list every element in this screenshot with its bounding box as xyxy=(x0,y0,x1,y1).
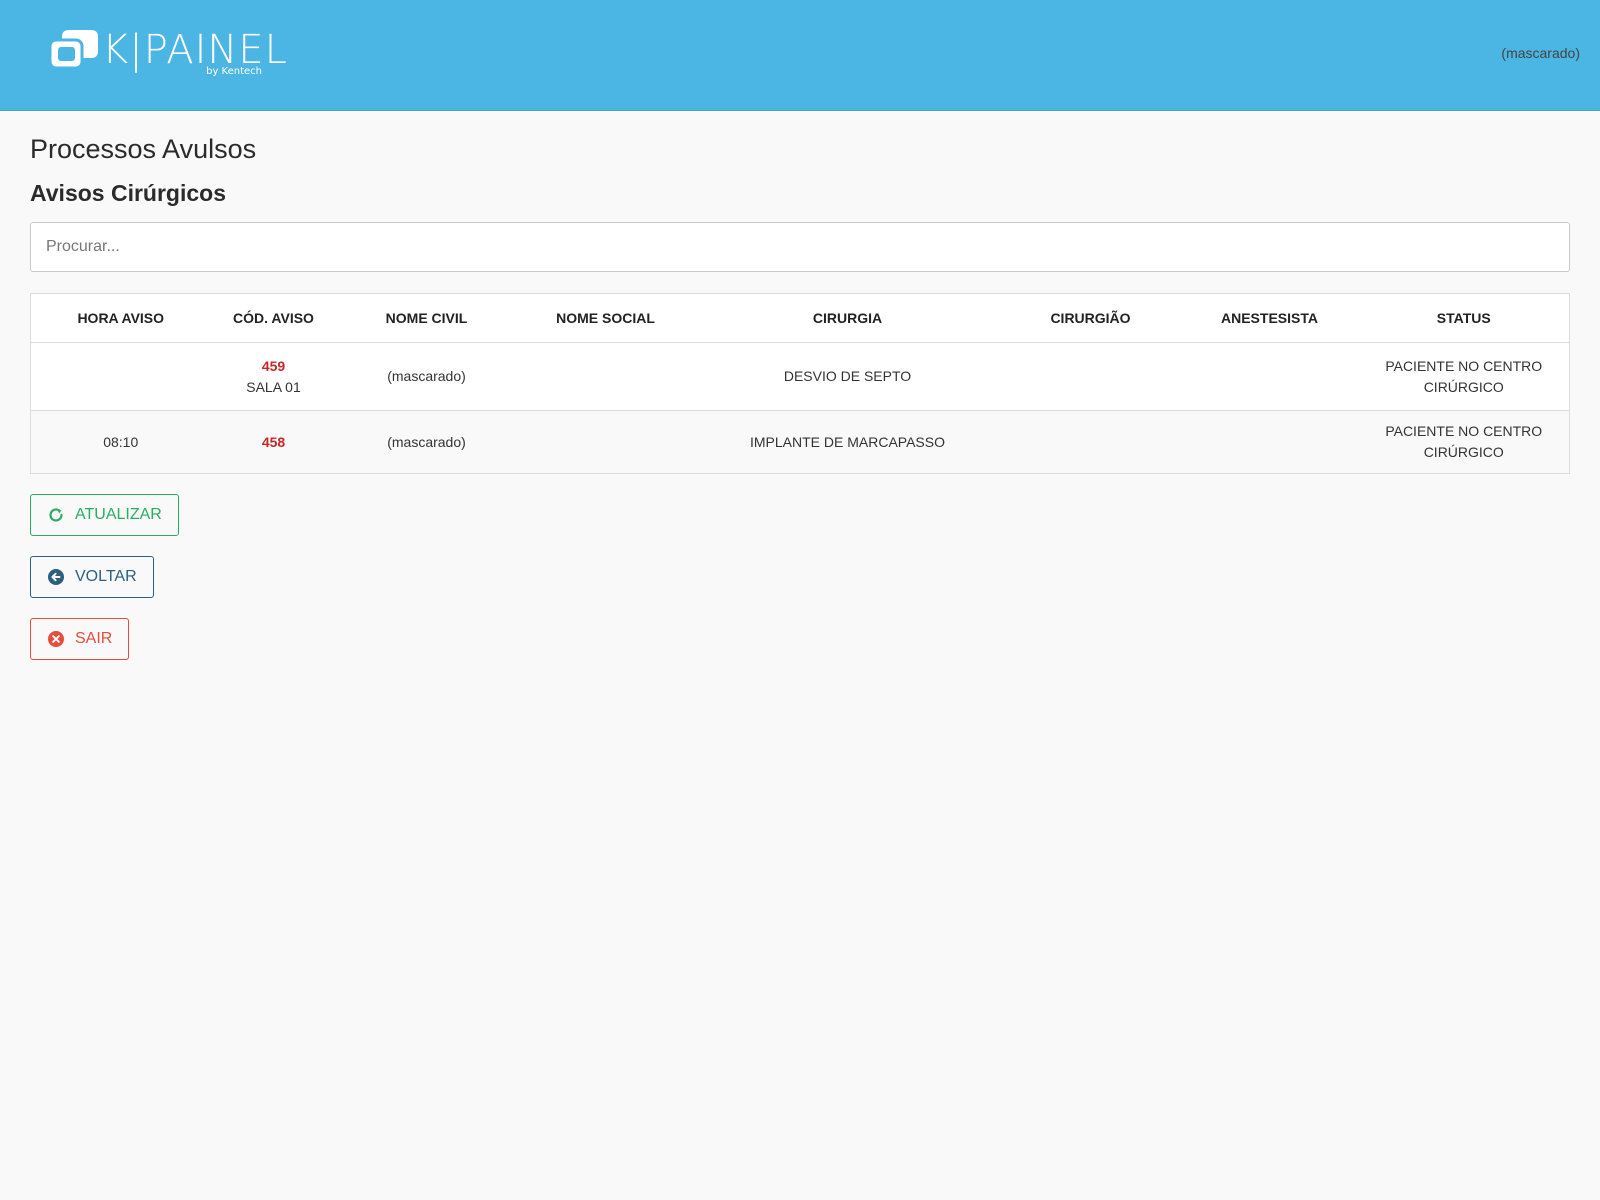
notice-code: 459 xyxy=(261,357,286,374)
table-header-row: HORA AVISO CÓD. AVISO NOME CIVIL NOME SO… xyxy=(30,293,1570,343)
column-header-cod-aviso[interactable]: CÓD. AVISO xyxy=(210,293,337,343)
logo-byline: by Kentech xyxy=(206,66,262,77)
notice-code: 458 xyxy=(261,433,286,450)
cell-hora-aviso: 08:10 xyxy=(103,433,139,450)
arrow-left-circle-icon xyxy=(47,568,65,586)
cell-cirurgia: DESVIO DE SEPTO xyxy=(783,368,912,384)
search-input[interactable] xyxy=(30,222,1570,272)
table-row[interactable]: 08:10 458 (mascarado) IMPLANTE DE MARCAP… xyxy=(30,410,1570,474)
cell-cirurgiao xyxy=(1001,343,1181,411)
cell-cod-aviso: 459 SALA 01 xyxy=(211,343,337,411)
refresh-icon xyxy=(47,506,65,524)
column-header-nome-civil[interactable]: NOME CIVIL xyxy=(336,293,517,343)
column-header-anestesista[interactable]: ANESTESISTA xyxy=(1180,293,1359,343)
cell-nome-social xyxy=(517,411,695,474)
cell-anestesista xyxy=(1181,343,1359,411)
update-button-label: ATUALIZAR xyxy=(75,506,162,523)
column-header-hora-aviso[interactable]: HORA AVISO xyxy=(30,293,211,343)
update-button[interactable]: ATUALIZAR xyxy=(30,494,179,536)
cell-cod-aviso: 458 xyxy=(211,411,337,474)
cell-nome-social xyxy=(517,343,695,411)
app-header: K|PAINEL by Kentech (mascarado) xyxy=(0,0,1600,111)
cell-nome-civil: (mascarado) xyxy=(387,368,466,384)
section-title: Avisos Cirúrgicos xyxy=(30,180,226,206)
exit-button-wrapper: SAIR xyxy=(30,618,1570,660)
chat-bubbles-logo-icon xyxy=(48,30,98,70)
page-title: Processos Avulsos xyxy=(30,134,257,164)
column-header-cirurgiao[interactable]: CIRURGIÃO xyxy=(1000,293,1181,343)
main-content: Processos Avulsos Avisos Cirúrgicos HORA… xyxy=(0,111,1600,660)
cell-nome-civil: (mascarado) xyxy=(387,433,466,450)
logo-wordmark: K|PAINEL by Kentech xyxy=(102,28,287,80)
back-button[interactable]: VOLTAR xyxy=(30,556,154,598)
column-header-nome-social[interactable]: NOME SOCIAL xyxy=(516,293,695,343)
cell-status: PACIENTE NO CENTRO CIRÚRGICO xyxy=(1385,357,1543,395)
close-circle-icon xyxy=(47,630,65,648)
room-label: SALA 01 xyxy=(246,378,301,395)
exit-button-label: SAIR xyxy=(75,630,113,647)
cell-anestesista xyxy=(1181,411,1359,474)
back-button-label: VOLTAR xyxy=(75,568,137,585)
exit-button[interactable]: SAIR xyxy=(30,618,130,660)
column-header-cirurgia[interactable]: CIRURGIA xyxy=(694,293,1001,343)
back-button-wrapper: VOLTAR xyxy=(30,556,1570,598)
cell-status: PACIENTE NO CENTRO CIRÚRGICO xyxy=(1385,423,1543,460)
cell-cirurgiao xyxy=(1001,411,1181,474)
kpainel-logo[interactable]: K|PAINEL by Kentech xyxy=(48,28,287,80)
user-name: (mascarado) xyxy=(1501,45,1580,61)
column-header-status[interactable]: STATUS xyxy=(1358,293,1570,343)
table-row[interactable]: 459 SALA 01 (mascarado) DESVIO DE SEPTO … xyxy=(30,343,1570,411)
update-button-wrapper: ATUALIZAR xyxy=(30,494,1570,536)
cell-hora-aviso xyxy=(31,343,211,411)
cell-cirurgia: IMPLANTE DE MARCAPASSO xyxy=(749,433,945,450)
surgical-notices-table: HORA AVISO CÓD. AVISO NOME CIVIL NOME SO… xyxy=(30,293,1570,474)
